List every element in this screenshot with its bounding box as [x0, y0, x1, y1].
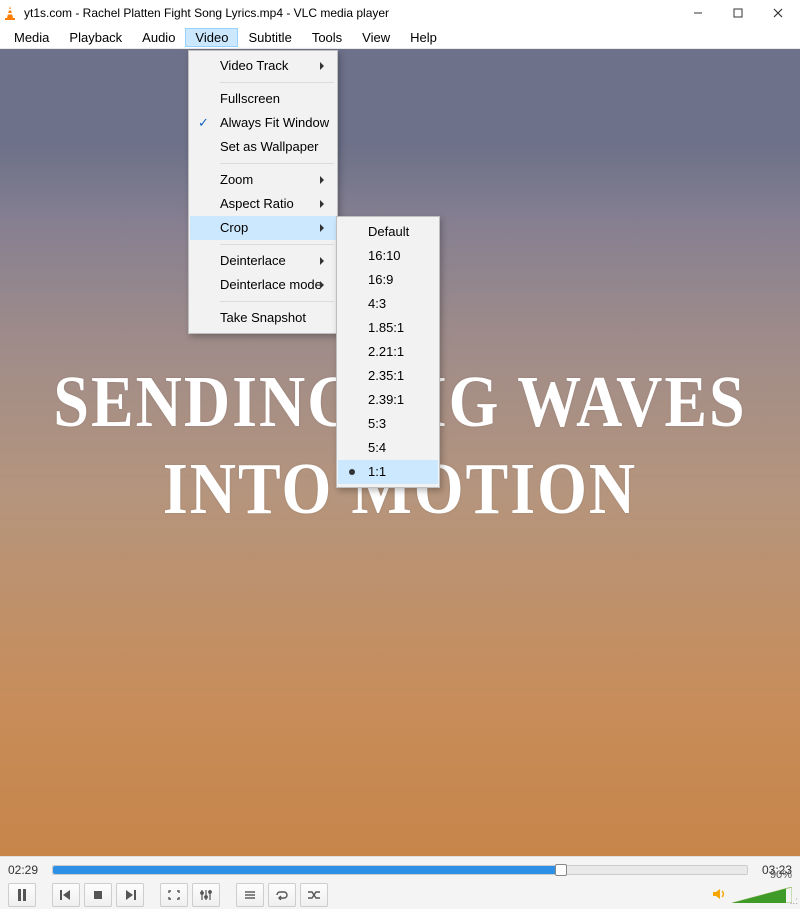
crop-option-1-1[interactable]: 1:1: [338, 460, 438, 484]
titlebar: yt1s.com - Rachel Platten Fight Song Lyr…: [0, 0, 800, 26]
crop-option-2-39-1[interactable]: 2.39:1: [338, 388, 438, 412]
video-menu-item-take-snapshot[interactable]: Take Snapshot: [190, 306, 336, 330]
crop-option-16-9[interactable]: 16:9: [338, 268, 438, 292]
menu-audio[interactable]: Audio: [132, 28, 185, 47]
stop-button[interactable]: [84, 883, 112, 907]
minimize-button[interactable]: [678, 1, 718, 25]
vlc-cone-icon: [2, 5, 18, 21]
crop-option-5-4[interactable]: 5:4: [338, 436, 438, 460]
pause-button[interactable]: [8, 883, 36, 907]
elapsed-time[interactable]: 02:29: [8, 863, 44, 877]
close-button[interactable]: [758, 1, 798, 25]
menu-view[interactable]: View: [352, 28, 400, 47]
controls-bar: 02:29 03:23: [0, 856, 800, 909]
resize-grip-icon[interactable]: ..:: [790, 896, 798, 907]
menu-tools[interactable]: Tools: [302, 28, 352, 47]
window-title: yt1s.com - Rachel Platten Fight Song Lyr…: [24, 6, 678, 20]
crop-option-4-3[interactable]: 4:3: [338, 292, 438, 316]
button-row: 90%: [0, 880, 800, 909]
menu-separator: [220, 82, 334, 83]
crop-option-16-10[interactable]: 16:10: [338, 244, 438, 268]
video-menu-item-deinterlace[interactable]: Deinterlace: [190, 249, 336, 273]
menu-subtitle[interactable]: Subtitle: [238, 28, 301, 47]
menu-media[interactable]: Media: [4, 28, 59, 47]
video-menu-item-zoom[interactable]: Zoom: [190, 168, 336, 192]
crop-submenu: Default16:1016:94:31.85:12.21:12.35:12.3…: [336, 216, 440, 488]
video-menu-item-deinterlace-mode[interactable]: Deinterlace mode: [190, 273, 336, 297]
video-menu-item-fullscreen[interactable]: Fullscreen: [190, 87, 336, 111]
previous-button[interactable]: [52, 883, 80, 907]
maximize-button[interactable]: [718, 1, 758, 25]
seek-thumb[interactable]: [555, 864, 567, 876]
playlist-button[interactable]: [236, 883, 264, 907]
video-menu-item-set-as-wallpaper[interactable]: Set as Wallpaper: [190, 135, 336, 159]
crop-option-5-3[interactable]: 5:3: [338, 412, 438, 436]
menu-video[interactable]: Video: [185, 28, 238, 47]
video-menu-item-video-track[interactable]: Video Track: [190, 54, 336, 78]
extended-settings-button[interactable]: [192, 883, 220, 907]
menu-help[interactable]: Help: [400, 28, 447, 47]
volume-slider[interactable]: [732, 887, 792, 903]
window-controls: [678, 1, 798, 25]
menubar: MediaPlaybackAudioVideoSubtitleToolsView…: [0, 26, 800, 49]
volume-label: 90%: [770, 869, 792, 881]
video-menu-item-crop[interactable]: Crop: [190, 216, 336, 240]
video-menu-item-aspect-ratio[interactable]: Aspect Ratio: [190, 192, 336, 216]
menu-separator: [220, 244, 334, 245]
shuffle-button[interactable]: [300, 883, 328, 907]
next-button[interactable]: [116, 883, 144, 907]
crop-option-2-21-1[interactable]: 2.21:1: [338, 340, 438, 364]
loop-button[interactable]: [268, 883, 296, 907]
crop-option-1-85-1[interactable]: 1.85:1: [338, 316, 438, 340]
volume-icon[interactable]: [712, 887, 728, 904]
menu-separator: [220, 301, 334, 302]
seek-bar[interactable]: [52, 865, 748, 875]
seek-row: 02:29 03:23: [0, 857, 800, 880]
crop-option-2-35-1[interactable]: 2.35:1: [338, 364, 438, 388]
crop-option-default[interactable]: Default: [338, 220, 438, 244]
menu-playback[interactable]: Playback: [59, 28, 132, 47]
fullscreen-button[interactable]: [160, 883, 188, 907]
menu-separator: [220, 163, 334, 164]
video-menu-item-always-fit-window[interactable]: Always Fit Window: [190, 111, 336, 135]
seek-fill: [53, 866, 560, 874]
video-menu: Video Track FullscreenAlways Fit WindowSe…: [188, 50, 338, 334]
